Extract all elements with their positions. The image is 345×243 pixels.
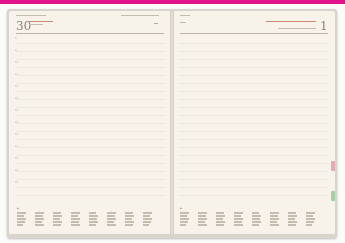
right-week-info	[180, 22, 186, 23]
right-mini-label: ▪	[180, 207, 182, 210]
right-header-rule	[180, 33, 328, 34]
time-slot-label: 20	[15, 181, 19, 184]
left-mini-label: ▪	[17, 207, 19, 210]
time-slot-label: 10	[15, 61, 19, 64]
time-slot-label: 8	[15, 37, 17, 40]
time-slot-label: 17	[15, 145, 19, 148]
planner-spread: 30 8 9 10 11 12 13 14 15 16 17 18 19 20 ▪	[7, 9, 337, 238]
time-slot-label: 11	[15, 73, 19, 76]
time-slot-label: 9	[15, 49, 17, 52]
time-slot-label: 15	[15, 121, 19, 124]
time-slot-label: 18	[15, 157, 19, 160]
time-slot-label: 16	[15, 133, 19, 136]
left-week-info	[29, 21, 53, 22]
right-page: 1 ▪	[174, 11, 335, 234]
time-slot-label: 14	[15, 109, 19, 112]
right-day-header	[180, 15, 190, 16]
left-header-right	[121, 15, 159, 16]
left-day-header	[16, 15, 46, 16]
right-ruled-area	[180, 35, 328, 200]
right-mini-calendars: ▪	[180, 207, 330, 231]
time-slot-label: 13	[15, 97, 19, 100]
time-slot-label: 12	[15, 85, 19, 88]
left-page: 30 8 9 10 11 12 13 14 15 16 17 18 19 20 ▪	[9, 11, 170, 234]
left-small-mark	[154, 23, 158, 24]
right-header-sub	[278, 28, 316, 29]
left-header-rule	[16, 33, 164, 34]
accent-band	[0, 0, 345, 4]
left-mini-calendars: ▪	[17, 207, 167, 231]
left-week-sub	[29, 24, 43, 25]
page-tab-pink[interactable]	[331, 161, 335, 171]
time-slot-label: 19	[15, 169, 19, 172]
page-tab-green[interactable]	[331, 191, 335, 201]
right-date-number: 1	[320, 19, 328, 33]
right-header-right	[266, 21, 316, 22]
left-ruled-area: 8 9 10 11 12 13 14 15 16 17 18 19 20	[15, 35, 164, 200]
